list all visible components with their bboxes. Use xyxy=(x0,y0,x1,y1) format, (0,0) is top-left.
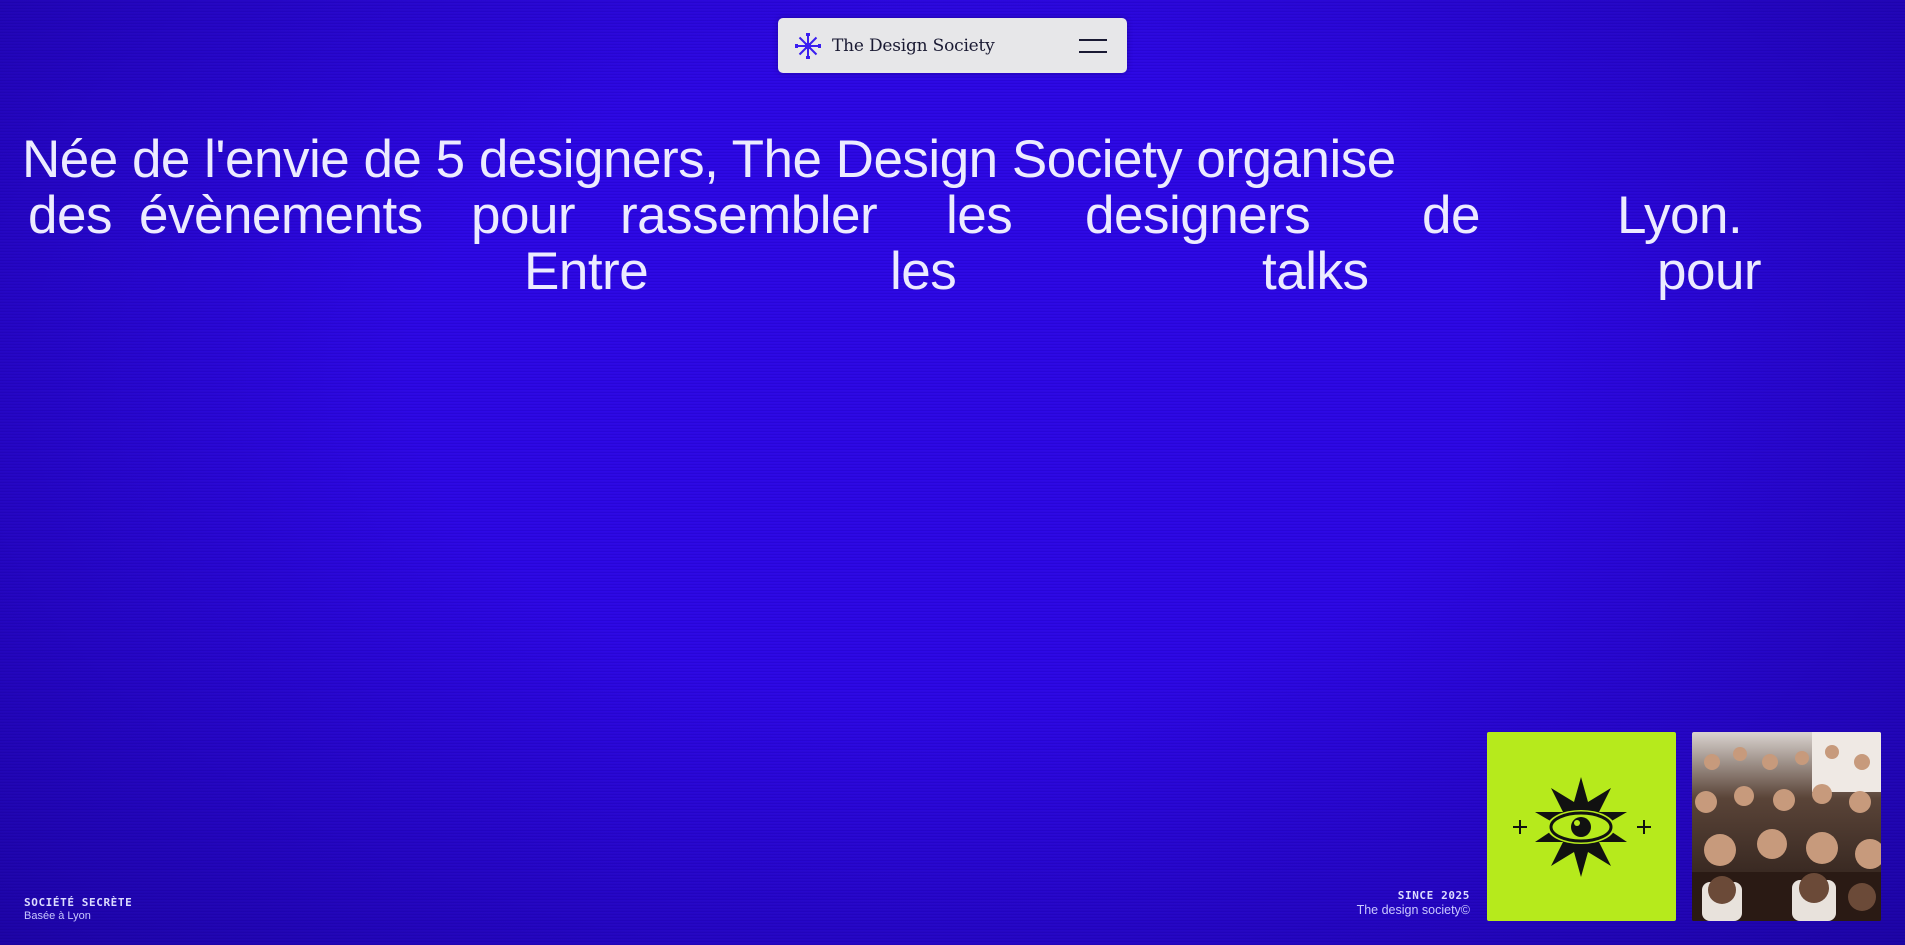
hero-word: rassembler xyxy=(620,186,878,245)
audience-photo[interactable] xyxy=(1692,732,1881,921)
snowflake-logo-icon[interactable] xyxy=(794,32,822,60)
hero-word: designers xyxy=(1085,186,1311,245)
brand-name[interactable]: The Design Society xyxy=(832,36,995,56)
top-navbar: The Design Society xyxy=(778,18,1127,73)
all-seeing-eye-star-icon xyxy=(1513,777,1651,877)
footer-left: SOCIÉTÉ SECRÈTE Basée à Lyon xyxy=(24,896,132,922)
location-label: Basée à Lyon xyxy=(24,910,91,922)
since-label: SINCE 2025 xyxy=(1397,889,1470,902)
hamburger-menu-icon[interactable] xyxy=(1079,38,1107,53)
hero-word: Entre xyxy=(524,242,649,301)
hero-word: pour xyxy=(471,186,576,245)
hero-line-2: des évènements pour rassembler les desig… xyxy=(22,188,1772,244)
hero-line-3: Entre les talks pour xyxy=(22,244,1772,300)
hero-word: de xyxy=(1422,186,1480,245)
emblem-card[interactable] xyxy=(1487,732,1676,921)
audience-photo-illustration xyxy=(1692,732,1881,921)
footer-right: SINCE 2025 The design society© xyxy=(1357,889,1470,917)
hero-word: des xyxy=(28,186,112,245)
society-label: SOCIÉTÉ SECRÈTE xyxy=(24,896,133,909)
hero-word: Lyon. xyxy=(1617,186,1743,245)
hero-word: les xyxy=(946,186,1013,245)
hero-word: pour xyxy=(1657,242,1762,301)
hero-word: talks xyxy=(1262,242,1369,301)
hero-line-1: Née de l'envie de 5 designers, The Desig… xyxy=(22,130,1396,189)
hero-word: les xyxy=(890,242,957,301)
hero-word: évènements xyxy=(139,186,423,245)
copyright-label: The design society© xyxy=(1356,903,1470,917)
